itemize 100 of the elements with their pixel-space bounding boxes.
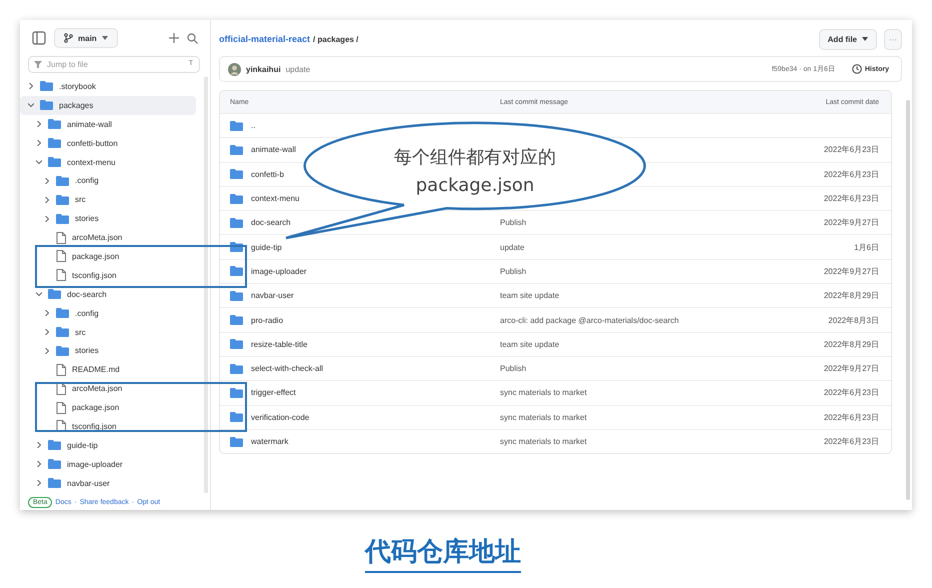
tree-item[interactable]: stories	[20, 341, 196, 360]
chevron-right-icon	[44, 178, 50, 184]
folder-icon	[56, 346, 69, 356]
tree-item[interactable]: tsconfig.json	[20, 417, 196, 436]
folder-icon	[48, 119, 61, 130]
folder-icon	[230, 315, 243, 326]
folder-icon	[56, 176, 69, 186]
folder-icon	[56, 327, 69, 338]
tree-item[interactable]: arcoMeta.json	[20, 228, 196, 248]
folder-icon	[230, 218, 243, 228]
file-icon	[56, 269, 66, 282]
folder-icon	[230, 436, 243, 446]
folder-link[interactable]: context-menu	[251, 194, 300, 204]
folder-link[interactable]: verification-code	[251, 412, 310, 422]
folder-icon	[230, 169, 243, 180]
folder-icon	[230, 364, 243, 374]
folder-link[interactable]: resize-table-title	[251, 340, 308, 349]
commit-message[interactable]: sync materials to market	[500, 388, 587, 398]
folder-icon	[48, 138, 61, 148]
caret-icon	[102, 36, 108, 40]
avatar-icon	[228, 62, 241, 76]
repo-link[interactable]: official-material-react	[219, 34, 310, 44]
chevron-right-icon	[28, 83, 34, 90]
commit-date: 2022年9月27日	[824, 266, 879, 276]
commit-date: 2022年8月29日	[824, 340, 879, 349]
folder-icon	[230, 194, 243, 204]
file-icon	[56, 420, 66, 432]
tree-item[interactable]: arcoMeta.json	[20, 379, 196, 398]
tree-item[interactable]: src	[20, 190, 196, 210]
callout-text: 每个组件都有对应的 package.json	[393, 146, 557, 198]
commit-date: 2022年9月27日	[824, 218, 879, 228]
folder-link[interactable]: confetti-b	[251, 170, 284, 179]
tree-item[interactable]: tsconfig.json	[20, 266, 196, 285]
tree-item[interactable]: animate-wall	[20, 114, 196, 134]
folder-icon	[56, 214, 69, 224]
caret-icon	[862, 37, 868, 41]
commit-date: 1月6日	[854, 242, 879, 252]
chevron-right-icon	[36, 480, 42, 486]
commit-date: 2022年6月23日	[824, 437, 879, 446]
commit-message[interactable]: arco-cli: add package @arco-materials/doc-search	[500, 316, 679, 325]
folder-link[interactable]: image-uploader	[251, 266, 307, 276]
folder-link[interactable]: ..	[251, 121, 256, 130]
tree-item[interactable]: confetti-button	[20, 134, 196, 153]
folder-icon	[230, 339, 243, 350]
folder-icon	[48, 157, 61, 167]
folder-icon	[40, 100, 53, 110]
tree-item[interactable]: .config	[20, 304, 196, 323]
chevron-down-icon	[28, 102, 34, 108]
folder-icon	[56, 194, 69, 205]
folder-link[interactable]: pro-radio	[251, 316, 284, 325]
tree-item[interactable]: guide-tip	[20, 436, 196, 455]
folder-link[interactable]: select-with-check-all	[251, 364, 324, 374]
folder-link[interactable]: doc-search	[251, 218, 291, 228]
commit-message[interactable]: update	[286, 64, 310, 74]
chevron-right-icon	[44, 348, 50, 354]
commit-message[interactable]: update	[500, 242, 524, 252]
tree-item[interactable]: src	[20, 322, 196, 342]
slide-caption: 代码仓库地址	[365, 534, 521, 573]
chevron-right-icon	[36, 442, 42, 448]
file-icon	[56, 232, 66, 244]
filter-icon	[34, 61, 42, 68]
scrollbar[interactable]	[906, 100, 910, 500]
sidebar-toggle-icon[interactable]	[32, 31, 46, 45]
commit-message[interactable]: team site update	[500, 291, 560, 300]
commit-message[interactable]: sync materials to market	[500, 437, 587, 446]
commit-message[interactable]: sync materials to market	[500, 412, 587, 422]
tree-item[interactable]: navbar-user	[20, 474, 196, 493]
tree-item[interactable]: packages	[20, 96, 196, 115]
commit-message[interactable]: Publish	[500, 218, 526, 228]
commit-author[interactable]: yinkaihui	[246, 64, 281, 74]
add-file-button[interactable]: Add file	[818, 28, 877, 50]
branch-button[interactable]: main	[54, 28, 118, 48]
folder-link[interactable]: trigger-effect	[251, 388, 296, 398]
folder-link[interactable]: animate-wall	[251, 145, 296, 154]
plus-icon[interactable]	[169, 33, 179, 43]
folder-link[interactable]: navbar-user	[251, 291, 294, 300]
tree-item[interactable]: README.md	[20, 360, 196, 380]
file-icon	[56, 250, 66, 262]
search-icon[interactable]	[187, 32, 198, 44]
commit-message[interactable]: Publish	[500, 266, 526, 276]
tree-item[interactable]: package.json	[20, 247, 196, 266]
folder-icon	[230, 290, 243, 301]
tree-item[interactable]: package.json	[20, 398, 196, 418]
commit-date: 2022年6月23日	[824, 145, 879, 154]
tree-item[interactable]: doc-search	[20, 284, 196, 304]
folder-link[interactable]: guide-tip	[251, 242, 282, 252]
clock-icon	[852, 64, 862, 74]
tree-item[interactable]: context-menu	[20, 152, 196, 172]
commit-date: 2022年6月23日	[824, 170, 879, 179]
tree-item[interactable]: stories	[20, 209, 196, 228]
commit-message[interactable]: Publish	[500, 364, 526, 374]
chevron-right-icon	[44, 329, 50, 336]
commit-message[interactable]: team site update	[500, 340, 560, 349]
commit-date: 2022年6月23日	[824, 412, 879, 422]
tree-item[interactable]: .config	[20, 171, 196, 190]
folder-link[interactable]: watermark	[251, 437, 288, 446]
commit-date: 2022年6月23日	[824, 388, 879, 398]
commit-date: 2022年6月23日	[824, 194, 879, 204]
tree-item[interactable]: .storybook	[20, 77, 196, 96]
tree-item[interactable]: image-uploader	[20, 454, 196, 474]
